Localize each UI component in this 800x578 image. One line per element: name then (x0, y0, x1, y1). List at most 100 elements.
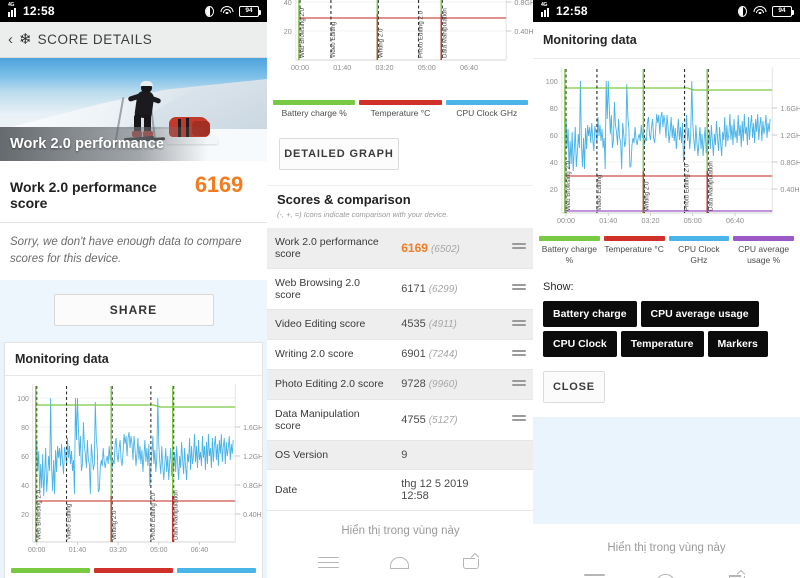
row-label: Date (267, 469, 394, 511)
chip-cpu-average-usage[interactable]: CPU average usage (640, 301, 759, 328)
svg-text:Writing 2.0: Writing 2.0 (643, 181, 650, 211)
svg-text:60: 60 (21, 454, 29, 461)
row-label: Web Browsing 2.0 score (267, 268, 394, 310)
chart-y-right-ticks: 1.6GHz 1.2GHz 0.8GHz 0.40Hz (235, 425, 262, 519)
scores-section-title: Scores & comparison (277, 191, 411, 207)
menu-icon[interactable] (582, 570, 608, 578)
wifi-icon (220, 6, 233, 16)
svg-text:03:20: 03:20 (376, 64, 394, 72)
svg-text:80: 80 (550, 105, 558, 113)
share-button-area: SHARE (0, 280, 267, 343)
svg-text:00:00: 00:00 (291, 64, 309, 72)
hero-caption: Work 2.0 performance (10, 136, 165, 152)
home-icon[interactable] (653, 570, 679, 578)
svg-text:Writing 2.0: Writing 2.0 (377, 28, 384, 58)
svg-text:01:40: 01:40 (599, 217, 617, 225)
monitoring-chart-left[interactable]: 100 80 60 40 20 1.6GHz 1.2GHz 0.8GHz 0.4… (5, 376, 262, 567)
chart-legend-left: Battery charge % Temperature °C CPU Cloc… (5, 566, 262, 578)
equals-icon (512, 378, 526, 388)
chip-battery-charge[interactable]: Battery charge (543, 301, 637, 328)
chip-cpu-clock[interactable]: CPU Clock (543, 331, 617, 358)
table-row[interactable]: Work 2.0 performance score 6169 (6502) (267, 227, 534, 269)
scores-section-header: Scores & comparison (-, +, =) Icons indi… (267, 184, 534, 228)
home-icon[interactable] (387, 553, 413, 573)
monitoring-dialog: Monitoring data 100 80 60 40 20 1.6G 1.2… (533, 22, 800, 418)
legend-item-temperature: Temperature °C (94, 568, 173, 578)
table-row[interactable]: Photo Editing 2.0 score 9728 (9960) (267, 369, 534, 400)
row-label: Work 2.0 performance score (267, 227, 394, 269)
svg-text:0.8GHz: 0.8GHz (780, 159, 800, 167)
row-label: Photo Editing 2.0 score (267, 369, 394, 400)
chip-temperature[interactable]: Temperature (620, 331, 704, 358)
svg-text:40: 40 (284, 0, 292, 7)
back-icon[interactable]: ‹ (8, 32, 13, 47)
close-button[interactable]: CLOSE (543, 371, 605, 404)
svg-text:40: 40 (21, 483, 29, 490)
row-compare-icon[interactable] (503, 399, 534, 441)
svg-text:03:20: 03:20 (642, 217, 660, 225)
monitoring-chart-middle-cropped[interactable]: 40 20 0.8GHz 0.40Hz 00:00 01:40 03:20 05… (267, 0, 534, 100)
show-options-area: Show: Battery charge CPU average usage C… (533, 273, 800, 418)
row-value: 4535 (4911) (393, 309, 504, 340)
row-value: 6171 (6299) (393, 268, 504, 310)
detailed-graph-button[interactable]: DETAILED GRAPH (279, 137, 399, 170)
svg-text:06:40: 06:40 (726, 217, 744, 225)
back-icon[interactable] (459, 552, 485, 573)
chart-y-left-ticks-right: 100 80 60 40 20 (546, 78, 558, 194)
table-row[interactable]: Data Manipulation score 4755 (5127) (267, 399, 534, 441)
chart-legend-middle: Battery charge % Temperature °C CPU Cloc… (267, 100, 534, 125)
svg-text:0.8GHz: 0.8GHz (514, 0, 534, 7)
svg-text:20: 20 (284, 28, 292, 36)
table-row[interactable]: Web Browsing 2.0 score 6171 (6299) (267, 268, 534, 310)
signal-icon: 4G (541, 2, 552, 17)
row-compare-icon[interactable] (503, 339, 534, 370)
chip-markers[interactable]: Markers (707, 331, 768, 358)
series-cpu-clock-right (564, 80, 771, 172)
table-row[interactable]: Video Editing score 4535 (4911) (267, 309, 534, 340)
svg-text:Video Editing: Video Editing (66, 503, 73, 540)
svg-text:Video Editing: Video Editing (330, 21, 337, 58)
show-label: Show: (543, 281, 574, 294)
svg-text:20: 20 (21, 512, 29, 519)
chart-x-ticks-right: 00:00 01:40 03:20 05:00 06:40 (557, 213, 744, 225)
svg-text:Web Browsing 2.0: Web Browsing 2.0 (565, 160, 572, 211)
scores-section-subtitle: (-, +, =) Icons indicate comparison with… (277, 209, 449, 219)
chart-svg-middle: 40 20 0.8GHz 0.40Hz 00:00 01:40 03:20 05… (284, 0, 534, 72)
row-compare-icon[interactable] (503, 369, 534, 400)
equals-icon (512, 413, 526, 423)
dialog-backdrop (533, 417, 800, 524)
svg-text:Web Browsing 2.0: Web Browsing 2.0 (299, 7, 306, 58)
row-compare-icon[interactable] (503, 309, 534, 340)
svg-text:1.2GHz: 1.2GHz (243, 454, 262, 461)
table-row[interactable]: Writing 2.0 score 6901 (7244) (267, 339, 534, 370)
monitoring-chart-right[interactable]: 100 80 60 40 20 1.6GHz 1.2GHz 0.8GHz 0.4… (533, 59, 800, 234)
monitoring-card-left: Monitoring data 100 80 60 40 20 1.6GH 1.… (4, 342, 263, 578)
legend-item-cpu-clock-mid: CPU Clock GHz (445, 100, 528, 119)
svg-text:06:40: 06:40 (191, 547, 208, 554)
android-navbar-right (533, 560, 800, 578)
svg-text:100: 100 (546, 78, 558, 86)
status-bar-right: 4G 12:58 94 (533, 0, 800, 22)
svg-text:Web Browsing 2.0: Web Browsing 2.0 (36, 490, 43, 541)
svg-text:80: 80 (21, 425, 29, 432)
menu-icon[interactable] (316, 553, 342, 573)
share-button[interactable]: SHARE (53, 294, 214, 327)
svg-text:Writing 2.0: Writing 2.0 (111, 510, 118, 540)
chart-svg-left: 100 80 60 40 20 1.6GHz 1.2GHz 0.8GHz 0.4… (17, 384, 262, 554)
legend-item-temperature-mid: Temperature °C (359, 100, 442, 119)
svg-text:06:40: 06:40 (460, 64, 478, 72)
equals-icon (512, 348, 526, 358)
equals-icon (512, 318, 526, 328)
row-compare-icon[interactable] (503, 268, 534, 310)
row-value: thg 12 5 2019 12:58 (393, 469, 504, 511)
svg-text:05:00: 05:00 (684, 217, 702, 225)
back-icon[interactable] (725, 570, 751, 578)
right-footer-area: Hiển thị trong vùng này (533, 524, 800, 578)
row-compare-icon[interactable] (503, 227, 534, 269)
svg-text:1.6GHz: 1.6GHz (780, 105, 800, 113)
sim-icon (738, 5, 747, 17)
battery-icon: 94 (772, 5, 794, 17)
status-bar-right-group: 94 (205, 5, 261, 17)
legend-item-battery-right: Battery charge % (539, 236, 600, 265)
monitoring-title-right: Monitoring data (533, 22, 800, 59)
